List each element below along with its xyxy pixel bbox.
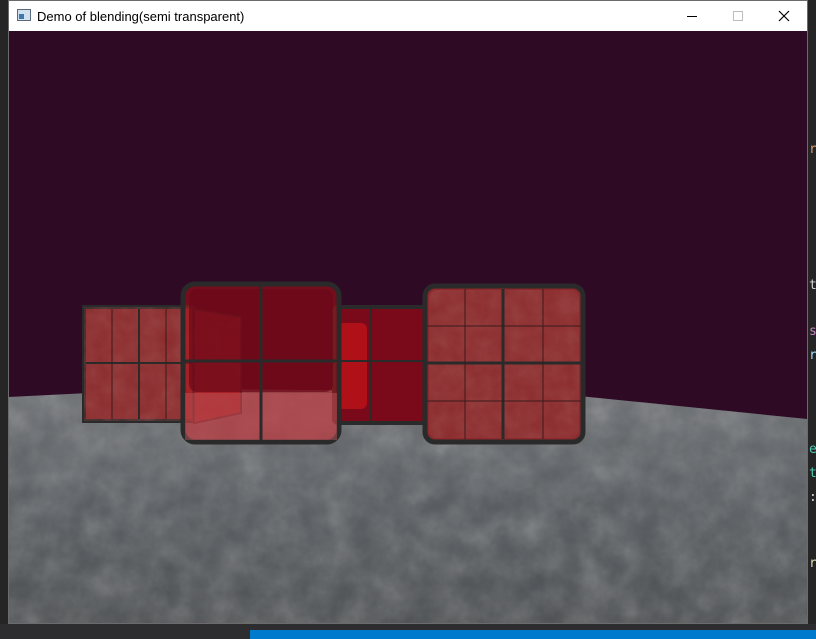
maximize-icon: [733, 11, 743, 21]
window-title: Demo of blending(semi transparent): [37, 9, 245, 24]
app-window: Demo of blending(semi transparent): [8, 0, 808, 624]
editor-token: t: [809, 278, 816, 293]
editor-token: e: [809, 442, 816, 457]
editor-token: t: [809, 466, 816, 481]
title-bar[interactable]: Demo of blending(semi transparent): [9, 1, 807, 31]
editor-token: s: [809, 324, 816, 339]
glass-window-back: [332, 305, 428, 425]
close-icon: [778, 10, 790, 22]
marble-cube-right: [422, 283, 586, 445]
close-button[interactable]: [761, 1, 807, 31]
scene-canvas: [9, 31, 807, 623]
render-viewport[interactable]: [9, 31, 807, 623]
editor-right-gutter: [808, 0, 816, 639]
editor-status-bar: [250, 630, 816, 639]
editor-token: ra: [809, 556, 816, 571]
editor-token: r: [809, 142, 816, 157]
minimize-icon: [687, 15, 697, 17]
maximize-button[interactable]: [715, 1, 761, 31]
glass-window-front: [180, 281, 342, 445]
editor-token: :: [809, 491, 816, 505]
editor-left-gutter: [0, 0, 8, 639]
window-app-icon: [17, 9, 31, 21]
minimize-button[interactable]: [669, 1, 715, 31]
editor-token: r: [809, 348, 816, 363]
